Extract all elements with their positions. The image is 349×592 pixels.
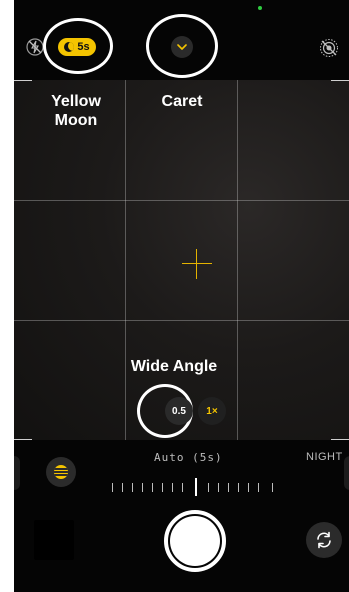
slider-tick xyxy=(152,483,153,492)
slider-tick xyxy=(238,483,239,492)
zoom-wide-button[interactable]: 1× xyxy=(198,397,226,425)
viewfinder[interactable] xyxy=(14,80,349,440)
slider-tick xyxy=(162,483,163,492)
moon-icon xyxy=(54,465,68,479)
focus-crosshair xyxy=(182,263,212,264)
grid-line xyxy=(14,200,349,201)
slider-tick xyxy=(258,483,259,492)
slider-tick xyxy=(132,483,133,492)
exposure-auto-label: Auto (5s) xyxy=(154,451,223,464)
frame-corner xyxy=(331,80,349,81)
annotation-ring-yellow-moon xyxy=(43,18,113,74)
mode-scroll-edge xyxy=(14,456,20,490)
slider-tick xyxy=(182,483,183,492)
slider-tick xyxy=(122,483,123,492)
flip-camera-icon xyxy=(317,531,331,549)
grid-line xyxy=(125,80,126,440)
annotation-label-caret: Caret xyxy=(161,93,203,110)
photo-thumbnail[interactable] xyxy=(34,520,74,560)
zoom-ultra-wide-button[interactable]: 0.5 xyxy=(165,397,193,425)
annotation-ring-caret xyxy=(146,14,218,78)
slider-tick xyxy=(228,483,229,492)
focus-crosshair xyxy=(196,249,197,279)
live-photo-off-icon[interactable] xyxy=(319,38,339,58)
annotation-label-yellow-moon: Yellow Moon xyxy=(51,93,101,129)
shutter-button[interactable] xyxy=(164,510,226,572)
camera-app: 5s Yellow Moon Caret Wide Angle 0.5 1× A… xyxy=(14,0,349,592)
slider-current-tick xyxy=(195,478,197,496)
night-mode-label: NIGHT xyxy=(306,451,343,463)
shutter-core xyxy=(170,516,220,566)
grid-line xyxy=(237,80,238,440)
frame-corner xyxy=(14,80,32,81)
flash-off-icon[interactable] xyxy=(26,38,44,56)
slider-tick xyxy=(112,483,113,492)
exposure-duration-slider[interactable] xyxy=(112,478,276,496)
grid-line xyxy=(14,320,349,321)
night-mode-button[interactable] xyxy=(46,457,76,487)
slider-tick xyxy=(172,483,173,492)
slider-tick xyxy=(272,483,273,492)
annotation-label-wide-angle: Wide Angle xyxy=(130,358,218,375)
slider-tick xyxy=(218,483,219,492)
slider-tick xyxy=(142,483,143,492)
camera-in-use-indicator xyxy=(258,6,262,10)
slider-tick xyxy=(248,483,249,492)
mode-scroll-edge xyxy=(344,456,349,490)
flip-camera-button[interactable] xyxy=(306,522,342,558)
slider-tick xyxy=(208,483,209,492)
